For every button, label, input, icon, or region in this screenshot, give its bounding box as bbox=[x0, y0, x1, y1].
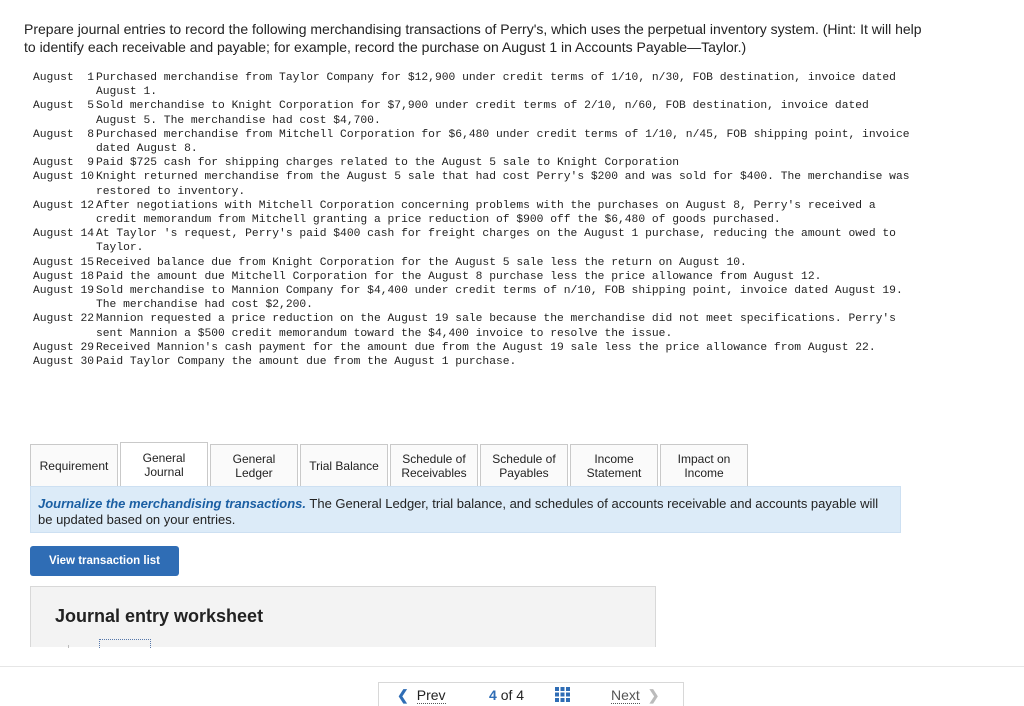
transaction-date: August 1 bbox=[32, 72, 94, 84]
transaction-row: August 9 Paid $725 cash for shipping char… bbox=[24, 156, 911, 170]
transaction-text: Sold merchandise to Mannion Company for … bbox=[96, 285, 903, 312]
transaction-text: Paid Taylor Company the amount due from … bbox=[96, 356, 517, 369]
transaction-text: After negotiations with Mitchell Corpora… bbox=[96, 199, 876, 227]
problem-instructions: Prepare journal entries to record the fo… bbox=[24, 21, 922, 55]
transaction-date: August 14 bbox=[32, 228, 94, 241]
transaction-text: Sold merchandise to Knight Corporation f… bbox=[96, 100, 869, 127]
tab-general-ledger[interactable]: General Ledger bbox=[210, 444, 298, 486]
current-page: 4 bbox=[489, 687, 497, 703]
transaction-text: At Taylor 's request, Perry's paid $400 … bbox=[96, 228, 896, 255]
transaction-row: August 19 Sold merchandise to Mannion Com… bbox=[24, 284, 911, 312]
transaction-date: August 9 bbox=[32, 157, 94, 170]
next-label: Next bbox=[611, 687, 640, 704]
transaction-text: Paid $725 cash for shipping charges rela… bbox=[96, 157, 680, 170]
section-tabs: Requirement General Journal General Ledger… bbox=[30, 442, 750, 486]
transaction-row: August 5 Sold merchandise to Knight Corpo… bbox=[24, 99, 911, 127]
transaction-date: August 15 bbox=[32, 256, 94, 269]
transaction-row: August 18 Paid the amount due Mitchell Co… bbox=[24, 270, 911, 284]
chevron-left-icon: ❮ bbox=[397, 687, 409, 703]
transaction-row: August 1 Purchased merchandise from Taylo… bbox=[24, 71, 911, 99]
transaction-date: August 8 bbox=[32, 128, 94, 141]
chevron-right-icon: ❯ bbox=[647, 687, 660, 703]
transaction-text: Mannion requested a price reduction on t… bbox=[96, 313, 896, 340]
tab-impact-on-income[interactable]: Impact on Income bbox=[660, 444, 748, 486]
transaction-row: August 10 Knight returned merchandise fro… bbox=[24, 170, 911, 198]
footer-divider bbox=[0, 666, 1024, 667]
transaction-date: August 29 bbox=[32, 341, 94, 354]
transaction-date: August 10 bbox=[32, 171, 94, 184]
tab-general-journal[interactable]: General Journal bbox=[120, 442, 208, 486]
transaction-date: August 18 bbox=[32, 270, 94, 283]
instruction-banner: Journalize the merchandising transaction… bbox=[30, 486, 901, 533]
transaction-row: August 12 After negotiations with Mitchel… bbox=[24, 199, 911, 227]
page-indicator: 4 of 4 bbox=[489, 687, 524, 703]
prev-button[interactable]: ❮ Prev bbox=[397, 687, 446, 704]
transaction-text: Knight returned merchandise from the Aug… bbox=[96, 171, 910, 198]
transaction-text: Received Mannion's cash payment for the … bbox=[96, 341, 876, 354]
transaction-row: August 22 Mannion requested a price reduc… bbox=[24, 312, 911, 340]
tab-requirement[interactable]: Requirement bbox=[30, 444, 118, 486]
transaction-row: August 14 At Taylor 's request, Perry's p… bbox=[24, 227, 911, 255]
page-of-label: of bbox=[500, 687, 513, 703]
transaction-date: August 5 bbox=[32, 100, 94, 113]
tab-income-statement[interactable]: Income Statement bbox=[570, 444, 658, 486]
worksheet-title: Journal entry worksheet bbox=[55, 606, 264, 626]
worksheet-divider bbox=[68, 645, 69, 648]
transaction-row: August 8 Purchased merchandise from Mitch… bbox=[24, 128, 911, 156]
transaction-date: August 22 bbox=[32, 313, 94, 326]
view-transaction-list-button[interactable]: View transaction list bbox=[30, 546, 179, 576]
tab-trial-balance[interactable]: Trial Balance bbox=[300, 444, 388, 486]
prev-label: Prev bbox=[416, 687, 446, 704]
tab-schedule-of-receivables[interactable]: Schedule of Receivables bbox=[390, 444, 478, 486]
pagination: ❮ Prev 4 of 4 Next ❯ bbox=[378, 682, 684, 706]
banner-emphasis: Journalize the merchandising transaction… bbox=[38, 496, 307, 511]
grid-icon[interactable] bbox=[555, 687, 570, 702]
transaction-date: August 12 bbox=[32, 199, 94, 212]
transaction-list: August 1 Purchased merchandise from Taylo… bbox=[24, 71, 911, 369]
worksheet-entry-selector[interactable] bbox=[99, 639, 151, 648]
transaction-row: August 15 Received balance due from Knigh… bbox=[24, 256, 911, 270]
transaction-date: August 19 bbox=[32, 285, 94, 298]
transaction-text: Received balance due from Knight Corpora… bbox=[96, 256, 747, 269]
tab-schedule-of-payables[interactable]: Schedule of Payables bbox=[480, 444, 568, 486]
transaction-date: August 30 bbox=[32, 356, 94, 369]
total-pages: 4 bbox=[516, 687, 525, 703]
transaction-text: Paid the amount due Mitchell Corporation… bbox=[96, 270, 822, 283]
transaction-text: Purchased merchandise from Mitchell Corp… bbox=[96, 128, 910, 156]
transaction-text: Purchased merchandise from Taylor Compan… bbox=[96, 72, 896, 99]
journal-entry-worksheet: Journal entry worksheet bbox=[30, 586, 656, 648]
transaction-row: August 30 Paid Taylor Company the amount … bbox=[24, 355, 911, 369]
transaction-row: August 29 Received Mannion's cash payment… bbox=[24, 341, 911, 355]
next-button[interactable]: Next ❯ bbox=[611, 687, 660, 704]
